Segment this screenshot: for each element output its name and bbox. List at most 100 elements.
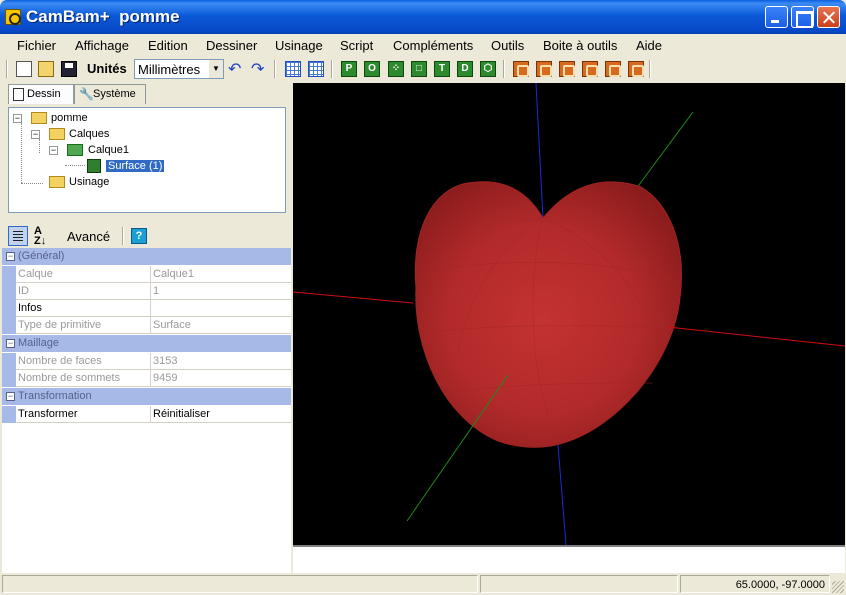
resize-grip-icon[interactable] [832,581,844,593]
3d-profile-icon[interactable] [628,61,644,77]
minimize-button[interactable] [765,6,788,28]
advanced-button[interactable]: Avancé [67,229,110,244]
open-folder-icon[interactable] [38,61,54,77]
property-value[interactable]: Réinitialiser [153,408,210,420]
tree-node-pomme[interactable]: − pomme [13,111,133,127]
property-toolbar: A Z↓ Avancé ? [4,224,290,248]
section-general[interactable]: − (Général) [2,248,291,265]
section-transformation[interactable]: − Transformation [2,388,291,405]
row-gutter [2,353,16,370]
tab-dessin-label: Dessin [27,88,61,100]
menu-affichage[interactable]: Affichage [75,38,129,53]
menu-outils[interactable]: Outils [491,38,524,53]
folder-icon [49,176,65,188]
tab-dessin[interactable]: Dessin [8,84,74,104]
property-row-id[interactable]: ID 1 [2,283,291,300]
help-icon[interactable]: ? [131,228,147,244]
property-row-faces[interactable]: Nombre de faces 3153 [2,353,291,370]
menu-bar: Fichier Affichage Edition Dessiner Usina… [4,35,842,57]
maximize-button[interactable] [791,6,814,28]
close-button[interactable] [817,6,840,28]
column-divider[interactable] [150,300,151,317]
menu-fichier[interactable]: Fichier [17,38,56,53]
property-row-calque[interactable]: Calque Calque1 [2,266,291,283]
profile-icon[interactable] [559,61,575,77]
menu-script[interactable]: Script [340,38,373,53]
points-icon[interactable]: ⁘ [388,61,404,77]
collapse-icon[interactable]: − [6,392,15,401]
status-bar: 65.0000, -97.0000 [0,573,846,595]
x-axis-line [293,291,414,304]
collapse-icon[interactable]: − [6,339,15,348]
menu-aide[interactable]: Aide [636,38,662,53]
window-title: CamBam+ pomme [26,7,180,26]
property-value: 3153 [153,355,178,367]
panel-splitter[interactable] [0,216,292,220]
save-icon[interactable] [61,61,77,77]
property-row-type[interactable]: Type de primitive Surface [2,317,291,334]
status-cell-main [2,575,478,593]
section-maillage[interactable]: − Maillage [2,335,291,352]
property-row-sommets[interactable]: Nombre de sommets 9459 [2,370,291,387]
polyline-icon[interactable]: P [341,61,357,77]
drill-icon[interactable] [513,61,529,77]
property-name: Calque [18,268,53,280]
column-divider[interactable] [150,370,151,387]
toolbar-separator [503,60,505,78]
new-file-icon[interactable] [16,61,32,77]
property-row-infos[interactable]: Infos [2,300,291,317]
property-row-transformer[interactable]: Transformer Réinitialiser [2,406,291,423]
dimension-icon[interactable]: D [457,61,473,77]
row-gutter [2,266,16,283]
rectangle-icon[interactable]: □ [411,61,427,77]
snap-grid-icon[interactable] [285,61,301,77]
x-axis-line [667,326,845,347]
column-divider[interactable] [150,283,151,300]
toolbar-separator [122,227,124,245]
tree-node-usinage[interactable]: Usinage [31,175,151,191]
property-value: Calque1 [153,268,194,280]
column-divider[interactable] [150,317,151,334]
column-divider[interactable] [150,266,151,283]
property-grid: − (Général) Calque Calque1 ID 1 Infos Ty… [2,248,291,573]
lathe-icon[interactable] [605,61,621,77]
app-icon[interactable] [5,9,21,25]
units-dropdown[interactable]: Millimètres ▼ [134,59,224,79]
tree-node-calques[interactable]: − Calques [31,127,151,143]
text-icon[interactable]: T [434,61,450,77]
chevron-down-icon[interactable]: ▼ [209,60,223,78]
pocket-icon[interactable] [536,61,552,77]
drawing-tree: − pomme − Calques − Calque1 Surface (1) … [8,107,286,213]
tree-node-surface[interactable]: Surface (1) [87,159,207,175]
units-value: Millimètres [138,62,201,77]
row-gutter [2,300,16,317]
surface-icon[interactable]: ⬡ [480,61,496,77]
tree-node-calque1[interactable]: − Calque1 [49,143,169,159]
menu-boite-a-outils[interactable]: Boite à outils [543,38,617,53]
categorized-view-icon[interactable] [8,226,28,246]
circle-icon[interactable]: O [364,61,380,77]
engrave-icon[interactable] [582,61,598,77]
drawing-viewport[interactable] [293,83,845,545]
column-divider[interactable] [150,353,151,370]
column-divider[interactable] [150,406,151,423]
toolbar-separator [6,60,8,78]
tab-systeme[interactable]: 🔧 Système [74,84,146,104]
menu-usinage[interactable]: Usinage [275,38,323,53]
menu-complements[interactable]: Compléments [393,38,473,53]
section-transformation-title: Transformation [18,390,92,402]
main-toolbar: Unités Millimètres ▼ ↶ ↷ P O ⁘ □ T D ⬡ [4,58,842,82]
collapse-icon[interactable]: − [49,146,58,155]
collapse-icon[interactable]: − [13,114,22,123]
folder-icon [31,112,47,124]
y-axis-line [632,111,694,194]
menu-dessiner[interactable]: Dessiner [206,38,257,53]
undo-icon[interactable]: ↶ [228,59,241,79]
sort-alphabetical-icon[interactable]: A Z↓ [34,226,54,247]
collapse-icon[interactable]: − [31,130,40,139]
section-maillage-title: Maillage [18,337,59,349]
redo-icon[interactable]: ↷ [251,59,264,79]
collapse-icon[interactable]: − [6,252,15,261]
grid-icon[interactable] [308,61,324,77]
menu-edition[interactable]: Edition [148,38,188,53]
